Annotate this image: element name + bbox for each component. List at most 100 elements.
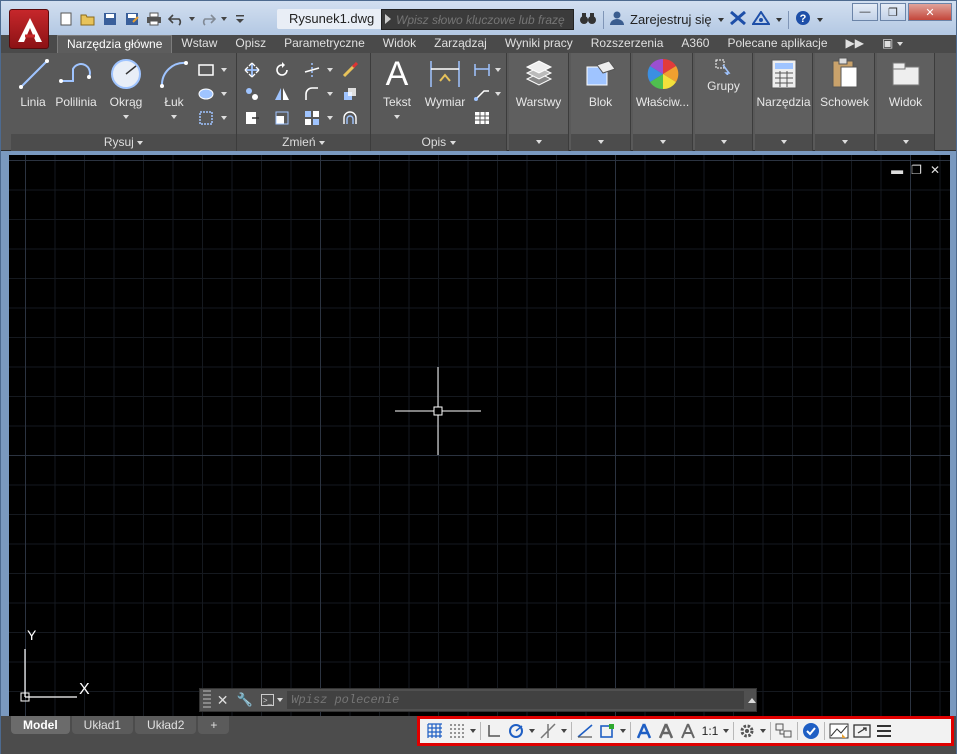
scale-dropdown-icon[interactable] (723, 729, 729, 733)
workspace-gear-icon[interactable] (738, 721, 756, 741)
trim-dropdown-icon[interactable] (327, 68, 333, 72)
panel-groups[interactable]: Grupy (695, 53, 753, 151)
scale-value[interactable]: 1:1 (701, 721, 719, 741)
viewport-close-icon[interactable]: ✕ (930, 163, 940, 177)
more-tabs-icon[interactable]: ▶▶ (837, 35, 873, 53)
clipboard-dropdown-icon[interactable] (841, 139, 848, 144)
command-expand-icon[interactable] (748, 697, 756, 703)
exchange-apps-icon[interactable] (729, 10, 746, 28)
viewport-minimize-icon[interactable]: ▬ (891, 163, 903, 177)
tab-annotate[interactable]: Opisz (226, 35, 275, 53)
dimension-button[interactable]: Wymiar (423, 57, 467, 109)
panel-view[interactable]: Widok (877, 53, 935, 151)
undo-dropdown-icon[interactable] (189, 17, 195, 21)
object-snap-tracking-icon[interactable] (576, 721, 594, 741)
stretch-icon[interactable] (243, 109, 261, 127)
help-icon[interactable]: ? (795, 10, 811, 29)
copy-icon[interactable] (243, 85, 261, 103)
ortho-icon[interactable] (485, 721, 503, 741)
panel-modify-title[interactable]: Zmień (237, 134, 370, 151)
panel-layers[interactable]: Warstwy (509, 53, 569, 151)
open-file-icon[interactable] (79, 10, 97, 28)
panel-annotation-title[interactable]: Opis (371, 134, 506, 151)
ribbon-options-icon[interactable]: ▣ (873, 35, 912, 53)
command-prompt-icon[interactable]: >_ (260, 694, 275, 706)
tab-model[interactable]: Model (11, 716, 70, 734)
snap-icon[interactable] (448, 721, 466, 741)
trim-icon[interactable] (303, 61, 321, 79)
object-snap-icon[interactable] (598, 721, 616, 741)
fillet-dropdown-icon[interactable] (327, 92, 333, 96)
line-button[interactable]: Linia (17, 57, 49, 109)
boundary-icon[interactable] (197, 109, 215, 127)
text-dropdown-icon[interactable] (394, 114, 400, 119)
boundary-dropdown-icon[interactable] (221, 116, 227, 120)
table-icon[interactable] (473, 109, 491, 127)
application-menu-button[interactable] (9, 9, 49, 49)
tab-view[interactable]: Widok (374, 35, 425, 53)
signin-button[interactable]: Zarejestruj się (630, 12, 712, 27)
explode-icon[interactable] (341, 85, 359, 103)
view-dropdown-icon[interactable] (902, 139, 909, 144)
close-icon[interactable]: ✕ (908, 3, 952, 21)
polar-dropdown-icon[interactable] (529, 729, 535, 733)
hardware-acceleration-icon[interactable] (829, 721, 849, 741)
annotation-scale-icon[interactable] (679, 721, 697, 741)
circle-button[interactable]: Okrąg (107, 57, 145, 123)
mirror-icon[interactable] (273, 85, 291, 103)
polar-tracking-icon[interactable] (507, 721, 525, 741)
tab-layout1[interactable]: Układ1 (71, 716, 134, 734)
tab-a360[interactable]: A360 (672, 35, 718, 53)
print-icon[interactable] (145, 10, 163, 28)
array-icon[interactable] (303, 109, 321, 127)
scale-icon[interactable] (273, 109, 291, 127)
layers-dropdown-icon[interactable] (535, 139, 542, 144)
groups-dropdown-icon[interactable] (720, 139, 727, 144)
workspace-dropdown-icon[interactable] (760, 729, 766, 733)
snap-dropdown-icon[interactable] (470, 729, 476, 733)
linear-dimension-dropdown-icon[interactable] (495, 68, 501, 72)
customization-menu-icon[interactable] (875, 721, 893, 741)
restore-icon[interactable]: ❐ (880, 3, 906, 21)
hatch-icon[interactable] (197, 85, 215, 103)
viewport-restore-icon[interactable]: ❐ (911, 163, 922, 177)
offset-icon[interactable] (341, 109, 359, 127)
tab-featured-apps[interactable]: Polecane aplikacje (718, 35, 836, 53)
arc-dropdown-icon[interactable] (171, 114, 177, 119)
hatch-dropdown-icon[interactable] (221, 92, 227, 96)
help-dropdown-icon[interactable] (816, 17, 823, 22)
tab-home[interactable]: Narzędzia główne (57, 35, 173, 53)
drawing-area[interactable]: ▬ ❐ ✕ Y X ✕ 🔧 >_ (9, 155, 950, 716)
tab-manage[interactable]: Zarządzaj (425, 35, 496, 53)
array-dropdown-icon[interactable] (327, 116, 333, 120)
object-snap-dropdown-icon[interactable] (620, 729, 626, 733)
block-dropdown-icon[interactable] (597, 139, 604, 144)
tab-output[interactable]: Wyniki pracy (496, 35, 582, 53)
add-layout-button[interactable]: + (198, 716, 230, 734)
search-input[interactable] (396, 11, 572, 29)
move-icon[interactable] (243, 61, 261, 79)
command-history-dropdown-icon[interactable] (277, 698, 284, 702)
isodraft-icon[interactable] (539, 721, 557, 741)
redo-icon[interactable] (199, 10, 217, 28)
search-expand-icon[interactable] (385, 14, 391, 24)
tab-layout2[interactable]: Układ2 (135, 716, 197, 734)
command-input[interactable] (287, 691, 744, 709)
annotation-visibility-icon[interactable] (635, 721, 653, 741)
minimize-icon[interactable]: — (852, 3, 878, 21)
linear-dimension-icon[interactable] (473, 61, 491, 79)
tab-parametric[interactable]: Parametryczne (275, 35, 374, 53)
utilities-dropdown-icon[interactable] (780, 139, 787, 144)
grid-icon[interactable] (426, 721, 444, 741)
isodraft-dropdown-icon[interactable] (561, 729, 567, 733)
annotation-monitor-icon[interactable] (775, 721, 793, 741)
properties-dropdown-icon[interactable] (659, 139, 666, 144)
panel-properties[interactable]: Właściw... (633, 53, 693, 151)
tab-addins[interactable]: Rozszerzenia (582, 35, 673, 53)
stay-connected-icon[interactable] (750, 10, 771, 28)
save-as-icon[interactable] (123, 10, 141, 28)
erase-icon[interactable] (341, 61, 359, 79)
new-file-icon[interactable] (57, 10, 75, 28)
save-icon[interactable] (101, 10, 119, 28)
rectangle-icon[interactable] (197, 61, 215, 79)
